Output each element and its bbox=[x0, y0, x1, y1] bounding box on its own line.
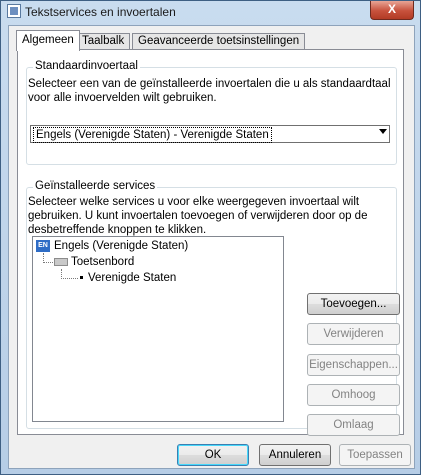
default-language-description: Selecteer een van de geïnstalleerde invo… bbox=[28, 77, 391, 105]
installed-services-legend: Geïnstalleerde services bbox=[33, 180, 158, 192]
tree-item-layout-label: Verenigde Staten bbox=[88, 272, 177, 284]
tab-panel-algemeen: Standaardinvoertaal Selecteer een van de… bbox=[17, 49, 404, 436]
move-down-button[interactable]: Omlaag bbox=[307, 414, 400, 436]
default-language-select[interactable]: Engels (Verenigde Staten) - Verenigde St… bbox=[30, 125, 390, 143]
window-title: Tekstservices en invoertalen bbox=[25, 5, 176, 19]
keyboard-icon bbox=[54, 257, 68, 266]
app-icon bbox=[7, 4, 21, 18]
tab-geavanceerde-toetsinstellingen[interactable]: Geavanceerde toetsinstellingen bbox=[132, 33, 306, 50]
client-area: Algemeen Taalbalk Geavanceerde toetsinst… bbox=[8, 25, 415, 469]
installed-services-description: Selecteer welke services u voor elke wee… bbox=[28, 195, 367, 237]
tab-taalbalk[interactable]: Taalbalk bbox=[76, 33, 131, 50]
default-language-selected-value: Engels (Verenigde Staten) - Verenigde St… bbox=[33, 127, 272, 143]
tree-connector bbox=[61, 278, 78, 279]
services-tree[interactable]: EN Engels (Verenigde Staten) Toetsenbord … bbox=[32, 236, 284, 422]
default-language-legend: Standaardinvoertaal bbox=[33, 60, 140, 72]
apply-button[interactable]: Toepassen bbox=[339, 444, 411, 466]
bullet-icon bbox=[80, 276, 83, 280]
tree-item-keyboard[interactable]: Toetsenbord bbox=[54, 256, 134, 268]
dropdown-arrow-icon[interactable] bbox=[379, 129, 387, 134]
tree-item-keyboard-label: Toetsenbord bbox=[71, 256, 135, 268]
move-up-button[interactable]: Omhoog bbox=[307, 384, 400, 406]
description-line: voor alle invoervelden wilt gebruiken. bbox=[28, 92, 217, 104]
properties-button[interactable]: Eigenschappen... bbox=[307, 354, 400, 376]
installed-services-group: Geïnstalleerde services Selecteer welke … bbox=[26, 180, 400, 436]
tab-algemeen[interactable]: Algemeen bbox=[16, 30, 80, 51]
dialog-window: Tekstservices en invoertalen X Algemeen … bbox=[0, 0, 421, 475]
default-language-group: Standaardinvoertaal Selecteer een van de… bbox=[26, 60, 397, 165]
cancel-button[interactable]: Annuleren bbox=[259, 444, 331, 466]
tree-item-language[interactable]: EN Engels (Verenigde Staten) bbox=[36, 240, 188, 252]
add-button[interactable]: Toevoegen... bbox=[307, 293, 400, 315]
tree-connector bbox=[43, 262, 53, 263]
description-line: Selecteer een van de geïnstalleerde invo… bbox=[28, 78, 391, 90]
title-bar[interactable]: Tekstservices en invoertalen X bbox=[1, 1, 420, 23]
language-badge-icon: EN bbox=[36, 240, 50, 252]
ok-button[interactable]: OK bbox=[177, 444, 249, 466]
tree-item-language-label: Engels (Verenigde Staten) bbox=[54, 240, 189, 253]
description-line: gebruiken. U kunt invoertalen toevoegen … bbox=[28, 210, 368, 222]
description-line: Selecteer welke services u voor elke wee… bbox=[28, 196, 360, 208]
tree-item-layout[interactable]: Verenigde Staten bbox=[80, 272, 176, 284]
description-line: desbetreffende knoppen te klikken. bbox=[28, 224, 207, 236]
remove-button[interactable]: Verwijderen bbox=[307, 323, 400, 345]
close-button[interactable]: X bbox=[370, 1, 414, 20]
